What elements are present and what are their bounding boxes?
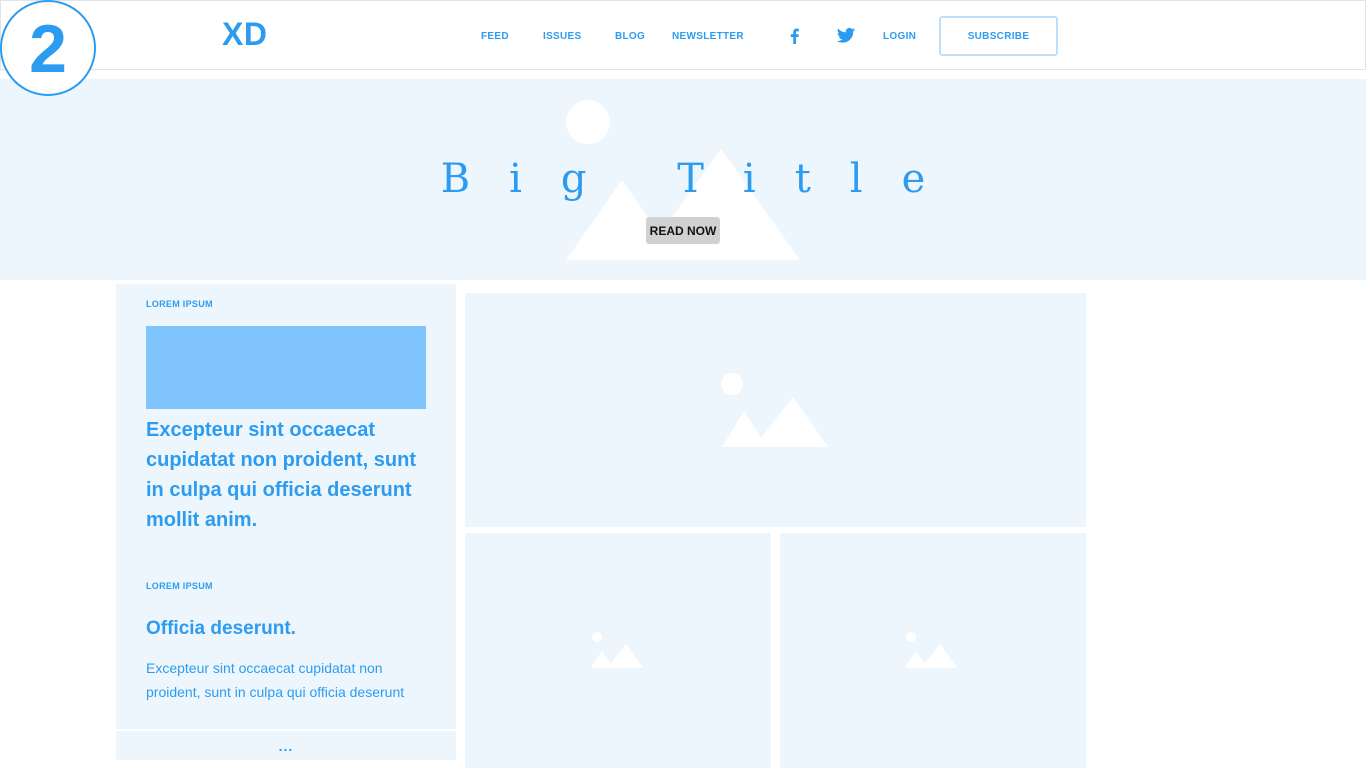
nav-link-blog[interactable]: BLOG bbox=[615, 31, 645, 42]
image-placeholder-icon bbox=[721, 373, 828, 447]
nav-link-issues[interactable]: ISSUES bbox=[543, 31, 581, 42]
featured-card[interactable] bbox=[465, 293, 1086, 527]
read-now-button[interactable]: READ NOW bbox=[646, 217, 720, 244]
sidebar-sub-headline[interactable]: Officia deserunt. bbox=[146, 618, 296, 640]
sidebar-panel: LOREM IPSUM Excepteur sint occaecat cupi… bbox=[116, 284, 456, 729]
login-link[interactable]: LOGIN bbox=[883, 31, 916, 42]
step-badge: 2 bbox=[0, 0, 96, 96]
twitter-icon[interactable] bbox=[836, 27, 856, 45]
top-navbar: XD FEED ISSUES BLOG NEWSLETTER LOGIN SUB… bbox=[0, 0, 1366, 70]
image-placeholder-icon bbox=[591, 632, 643, 668]
sidebar-kicker: LOREM IPSUM bbox=[146, 299, 213, 309]
sidebar-excerpt: Excepteur sint occaecat cupidatat non pr… bbox=[146, 660, 405, 700]
hero-title: Big Title bbox=[440, 156, 965, 202]
site-logo[interactable]: XD bbox=[222, 16, 267, 53]
hero-banner: Big Title READ NOW bbox=[0, 79, 1366, 280]
article-card[interactable] bbox=[465, 533, 771, 768]
nav-link-newsletter[interactable]: NEWSLETTER bbox=[672, 31, 744, 42]
more-link[interactable]: ... bbox=[116, 731, 456, 760]
nav-link-feed[interactable]: FEED bbox=[481, 31, 509, 42]
facebook-icon[interactable] bbox=[785, 27, 805, 45]
subscribe-button[interactable]: SUBSCRIBE bbox=[939, 16, 1058, 56]
article-card[interactable] bbox=[780, 533, 1086, 768]
image-placeholder-icon bbox=[905, 632, 957, 668]
sidebar-headline[interactable]: Excepteur sint occaecat cupidatat non pr… bbox=[146, 415, 431, 535]
sidebar-kicker-secondary: LOREM IPSUM bbox=[146, 581, 213, 591]
sidebar-image bbox=[146, 326, 426, 409]
